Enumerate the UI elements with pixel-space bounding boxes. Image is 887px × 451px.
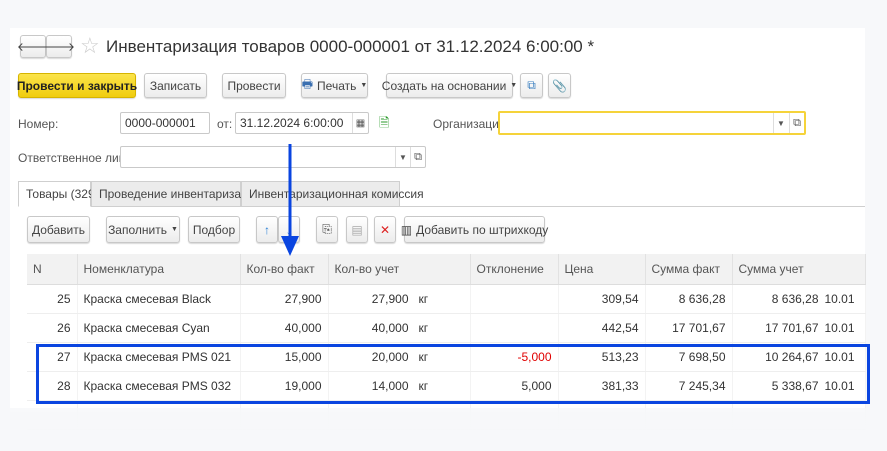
responsible-label: Ответственное лицо: bbox=[18, 151, 136, 165]
print-button[interactable]: 🖶 Печать ▼ bbox=[301, 73, 368, 98]
organization-field[interactable] bbox=[498, 111, 806, 135]
deviation[interactable] bbox=[470, 313, 559, 343]
copy-icon[interactable]: ⎘ bbox=[316, 216, 338, 243]
sum-account-value: 17 701,67 bbox=[765, 320, 819, 335]
account: 10.01 bbox=[824, 320, 855, 335]
add-by-barcode-button[interactable]: ▥ Добавить по штрихкоду bbox=[400, 216, 548, 243]
row-number[interactable]: 25 bbox=[27, 284, 78, 314]
page-title: Инвентаризация товаров 0000-000001 от 31… bbox=[106, 37, 595, 56]
sum-account[interactable]: 17 701,67 10.01 bbox=[732, 313, 866, 343]
col-price[interactable]: Цена bbox=[558, 254, 646, 285]
table-row[interactable]: 25 Краска смесевая Black 27,900 27,900 кг 309… bbox=[27, 284, 866, 314]
deviation[interactable] bbox=[470, 284, 559, 314]
sum-account[interactable]: 8 636,28 10.01 bbox=[732, 284, 866, 314]
tab-goods[interactable]: Товары (329) bbox=[18, 181, 99, 207]
chevron-down-icon: ▼ bbox=[360, 82, 368, 89]
responsible-field[interactable] bbox=[120, 146, 426, 168]
account: 10.01 bbox=[824, 291, 855, 306]
paste-icon[interactable]: ▤ bbox=[346, 216, 368, 243]
star-icon[interactable]: ☆ bbox=[80, 33, 100, 59]
chevron-down-icon[interactable]: ▼ bbox=[773, 113, 788, 133]
tab-inventory-commission[interactable]: Инвентаризационная комиссия bbox=[241, 181, 424, 207]
highlight-box bbox=[36, 344, 870, 404]
row-number[interactable]: 26 bbox=[27, 313, 78, 343]
chevron-down-icon[interactable]: ▼ bbox=[395, 147, 410, 167]
sum-fact[interactable]: 17 701,67 bbox=[645, 313, 733, 343]
table-header: N Номенклатура Кол-во факт Кол-во учет О… bbox=[27, 254, 866, 285]
add-button[interactable]: Добавить bbox=[27, 216, 90, 243]
annotation-arrow bbox=[281, 144, 299, 256]
document-check-icon[interactable]: 🗎 bbox=[379, 114, 389, 136]
qty-account-value: 27,900 bbox=[371, 291, 409, 306]
post-and-close-button[interactable]: Провести и закрыть bbox=[17, 73, 137, 98]
delete-icon[interactable]: ✕ bbox=[374, 216, 396, 243]
open-icon[interactable]: ⧉ bbox=[789, 113, 804, 133]
qty-account[interactable]: 27,900 кг bbox=[328, 284, 471, 314]
forward-button[interactable]: 🡒 bbox=[42, 35, 76, 58]
move-up-icon[interactable]: ↑ bbox=[256, 216, 278, 243]
col-sum-account[interactable]: Сумма учет bbox=[732, 254, 866, 285]
price[interactable]: 442,54 bbox=[558, 313, 646, 343]
barcode-icon: ▥ bbox=[400, 222, 413, 237]
item-name[interactable]: Краска смесевая Cyan bbox=[77, 313, 241, 343]
qty-fact[interactable]: 40,000 bbox=[240, 313, 329, 343]
qty-account-value: 40,000 bbox=[371, 320, 409, 335]
create-based-on-button[interactable]: Создать на основании ▼ bbox=[382, 73, 517, 98]
fade-overlay bbox=[0, 408, 887, 451]
post-button[interactable]: Провести bbox=[222, 73, 286, 98]
col-n[interactable]: N bbox=[27, 254, 78, 285]
table-row[interactable]: 26 Краска смесевая Cyan 40,000 40,000 кг 442,… bbox=[27, 313, 866, 343]
printer-icon: 🖶 bbox=[301, 77, 314, 91]
date-label: от: bbox=[217, 117, 233, 131]
number-field[interactable]: 0000-000001 bbox=[120, 112, 210, 134]
fill-button[interactable]: Заполнить ▼ bbox=[106, 216, 180, 243]
sum-fact[interactable]: 8 636,28 bbox=[645, 284, 733, 314]
qty-fact[interactable]: 27,900 bbox=[240, 284, 329, 314]
calendar-icon[interactable]: ▦ bbox=[352, 113, 368, 133]
pick-button[interactable]: Подбор bbox=[188, 216, 240, 243]
col-sum-fact[interactable]: Сумма факт bbox=[645, 254, 733, 285]
open-icon[interactable]: ⧉ bbox=[410, 147, 425, 167]
structure-icon[interactable]: ⧉ bbox=[520, 73, 543, 98]
arrow-right-icon: 🡒 bbox=[42, 40, 76, 54]
col-item[interactable]: Номенклатура bbox=[77, 254, 241, 285]
col-qty-account[interactable]: Кол-во учет bbox=[328, 254, 471, 285]
number-label: Номер: bbox=[18, 117, 59, 131]
page: 🡐 🡒 ☆ Инвентаризация товаров 0000-000001… bbox=[0, 0, 887, 451]
qty-account[interactable]: 40,000 кг bbox=[328, 313, 471, 343]
tab-inventory-conduct[interactable]: Проведение инвентаризации bbox=[91, 181, 261, 207]
chevron-down-icon: ▼ bbox=[510, 82, 518, 89]
unit: кг bbox=[418, 320, 429, 335]
unit: кг bbox=[418, 291, 429, 306]
col-deviation[interactable]: Отклонение bbox=[470, 254, 559, 285]
item-name[interactable]: Краска смесевая Black bbox=[77, 284, 241, 314]
date-field[interactable]: 31.12.2024 6:00:00 ▦ bbox=[235, 112, 369, 134]
save-button[interactable]: Записать bbox=[144, 73, 207, 98]
paperclip-icon[interactable]: 📎 bbox=[548, 73, 571, 98]
chevron-down-icon: ▼ bbox=[170, 226, 178, 233]
price[interactable]: 309,54 bbox=[558, 284, 646, 314]
sum-account-value: 8 636,28 bbox=[771, 291, 819, 306]
